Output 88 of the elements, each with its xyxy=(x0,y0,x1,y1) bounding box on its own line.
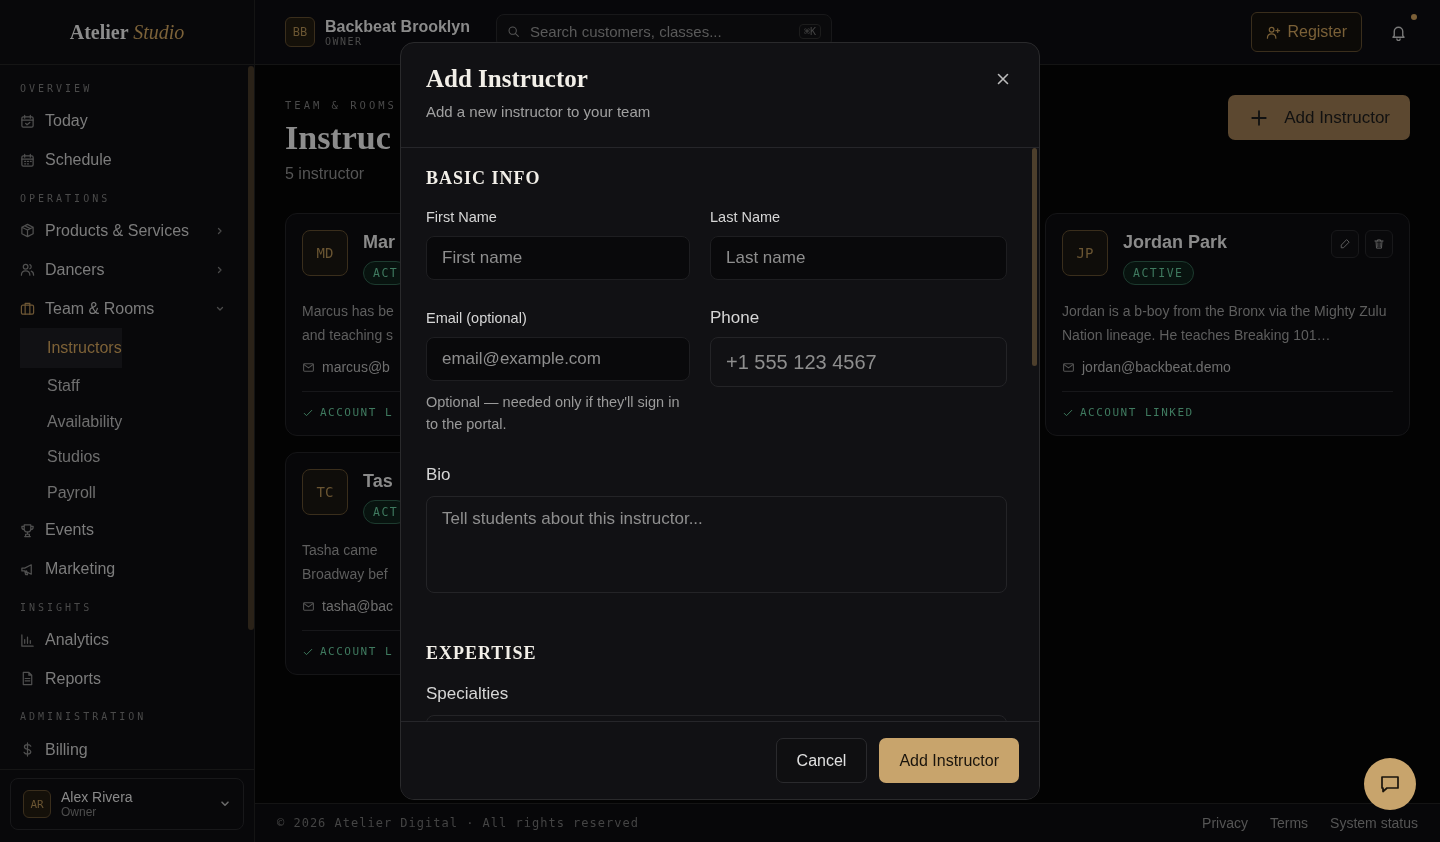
nav-subitem[interactable]: Instructors xyxy=(20,328,122,368)
input-field[interactable]: Last name xyxy=(710,236,1007,280)
nav-item[interactable]: Schedule xyxy=(20,140,225,180)
instructor-avatar: TC xyxy=(302,469,348,515)
nav-item[interactable]: Analytics xyxy=(20,620,225,660)
field-label: First Name xyxy=(426,209,498,225)
mail-icon xyxy=(302,360,315,374)
field-label: Bio xyxy=(426,465,452,485)
pencil-icon xyxy=(1339,238,1351,250)
chat-button[interactable] xyxy=(1364,758,1416,810)
document-icon xyxy=(20,671,35,687)
user-menu[interactable]: AR Alex Rivera Owner xyxy=(10,778,244,830)
add-person-icon xyxy=(1266,24,1282,40)
footer-link[interactable]: Terms xyxy=(1269,815,1309,831)
instructor-name: Tas xyxy=(363,471,393,492)
mail-icon xyxy=(302,599,315,613)
instructor-name: Jordan Park xyxy=(1123,232,1228,253)
instructor-email: tasha@bac xyxy=(322,598,394,614)
account-status: ACCOUNT L xyxy=(320,406,394,419)
trophy-icon xyxy=(20,522,35,538)
trash-icon xyxy=(1373,238,1385,250)
instructor-bio: Tasha came Broadway bef xyxy=(302,541,388,584)
bar-chart-icon xyxy=(20,632,35,648)
people-icon xyxy=(20,262,35,278)
bio-field[interactable]: Tell students about this instructor... xyxy=(426,496,1007,593)
calendar-icon xyxy=(20,152,35,168)
logo: Atelier Studio xyxy=(69,20,185,44)
nav-item[interactable]: Marketing xyxy=(20,549,225,589)
account-status: ACCOUNT LINKED xyxy=(1080,406,1194,419)
page-subtitle: 5 instructor xyxy=(285,165,366,183)
box-icon xyxy=(20,223,35,239)
account-status: ACCOUNT L xyxy=(320,645,394,658)
dialog-title: Add Instructor xyxy=(426,65,589,93)
nav-item[interactable]: Products & Services xyxy=(20,211,225,251)
workspace-role: OWNER xyxy=(325,35,364,47)
shortcut-hint: ⌘K xyxy=(798,23,821,39)
search-field[interactable]: Search customers, classes... xyxy=(527,21,791,41)
field-label: Specialties xyxy=(426,684,510,704)
workspace-avatar: BB xyxy=(285,17,315,47)
section-heading: EXPERTISE xyxy=(426,643,538,664)
instructor-name: Mar xyxy=(363,232,395,253)
briefcase-icon xyxy=(20,301,35,317)
nav-item[interactable]: Today xyxy=(20,102,225,141)
nav-subitem[interactable]: Staff xyxy=(20,367,80,404)
breadcrumb: TEAM & ROOMS xyxy=(285,99,397,111)
input-field[interactable]: First name xyxy=(426,236,690,280)
bell-icon[interactable] xyxy=(1389,23,1407,41)
page-title: Instruc xyxy=(285,119,391,157)
calendar-check-icon xyxy=(20,113,35,129)
close-icon xyxy=(995,71,1011,87)
nav-subitem[interactable]: Studios xyxy=(20,439,101,476)
instructor-bio: Jordan is a b-boy from the Bronx via the Mighty Zulu Nation lineage. He teaches Breaking 101… xyxy=(1062,302,1388,345)
nav-item[interactable]: Events xyxy=(20,511,225,550)
workspace-name: Backbeat Brooklyn xyxy=(325,17,470,36)
mail-icon xyxy=(1062,360,1075,374)
instructor-email: marcus@b xyxy=(322,359,390,375)
input-field[interactable]: +1 555 123 4567 xyxy=(710,337,1007,387)
instructor-avatar: MD xyxy=(302,230,348,276)
section-title: OVERVIEW xyxy=(20,83,94,94)
field-label: Email (optional) xyxy=(426,310,528,326)
dialog-subtitle: Add a new instructor to your team xyxy=(426,103,651,120)
nav-item[interactable]: Dancers xyxy=(20,250,225,290)
nav-item[interactable]: Reports xyxy=(20,659,225,699)
copyright: © 2026 Atelier Digital · All rights reserved xyxy=(277,816,639,830)
field-hint: Optional — needed only if they'll sign in to the portal. xyxy=(426,393,681,434)
instructor-bio: Marcus has be and teaching s xyxy=(302,302,394,345)
footer-link[interactable]: System status xyxy=(1330,815,1418,831)
input-field[interactable]: email@example.com xyxy=(426,337,690,381)
nav-subitem[interactable]: Availability xyxy=(20,403,123,440)
nav-item[interactable]: Team & Rooms xyxy=(20,289,225,328)
section-title: INSIGHTS xyxy=(20,601,94,613)
section-heading: BASIC INFO xyxy=(426,168,542,189)
plus-icon xyxy=(1250,108,1269,127)
field-label: Last Name xyxy=(710,209,782,225)
register-button[interactable]: Register xyxy=(1251,12,1362,52)
instructor-email: jordan@backbeat.demo xyxy=(1082,359,1231,375)
nav-subitem[interactable]: Payroll xyxy=(20,475,96,512)
section-title: OPERATIONS xyxy=(20,192,112,204)
search-icon xyxy=(506,24,520,38)
status-badge: ACTIVE xyxy=(1123,261,1194,285)
field-label: Phone xyxy=(710,308,761,328)
submit-button[interactable]: Add Instructor xyxy=(879,738,1019,783)
nav-item[interactable]: Billing xyxy=(20,730,225,769)
footer-link[interactable]: Privacy xyxy=(1202,815,1248,831)
megaphone-icon xyxy=(20,561,35,577)
instructor-avatar: JP xyxy=(1062,230,1108,276)
cancel-button[interactable]: Cancel xyxy=(775,738,868,783)
section-title: ADMINISTRATION xyxy=(20,711,148,723)
